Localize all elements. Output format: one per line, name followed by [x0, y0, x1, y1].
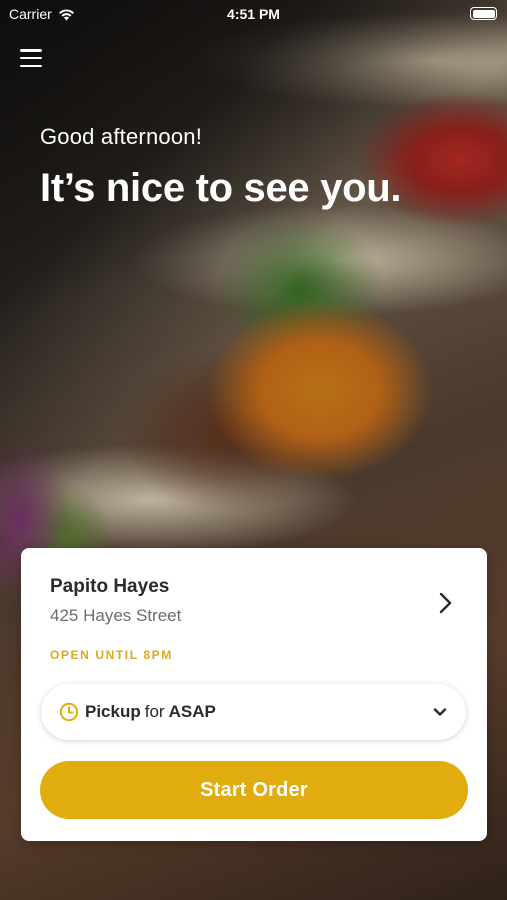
pickup-mode: Pickup	[85, 702, 141, 721]
pickup-summary: Pickup for ASAP	[85, 702, 432, 722]
status-bar: Carrier 4:51 PM	[0, 0, 507, 28]
start-order-button[interactable]: Start Order	[40, 761, 468, 819]
hours-status: OPEN UNTIL 8PM	[50, 648, 173, 662]
pickup-connector: for	[144, 702, 165, 721]
greeting-text: Good afternoon!	[40, 124, 203, 149]
menu-icon[interactable]	[20, 48, 42, 68]
clock-icon	[59, 702, 79, 722]
status-time: 4:51 PM	[227, 6, 280, 22]
chevron-right-icon[interactable]	[432, 590, 458, 616]
location-selector[interactable]: Papito Hayes 425 Hayes Street	[50, 576, 460, 636]
battery-icon	[470, 7, 497, 20]
location-card: Papito Hayes 425 Hayes Street OPEN UNTIL…	[21, 548, 487, 841]
home-screen: Carrier 4:51 PM Good afternoon! It’s nic…	[0, 0, 507, 900]
location-name: Papito Hayes	[50, 576, 170, 597]
welcome-headline: It’s nice to see you.	[40, 166, 402, 210]
pickup-time: ASAP	[168, 702, 216, 721]
location-address: 425 Hayes Street	[50, 606, 182, 625]
pickup-time-selector[interactable]: Pickup for ASAP	[41, 684, 466, 740]
chevron-down-icon	[433, 708, 447, 716]
